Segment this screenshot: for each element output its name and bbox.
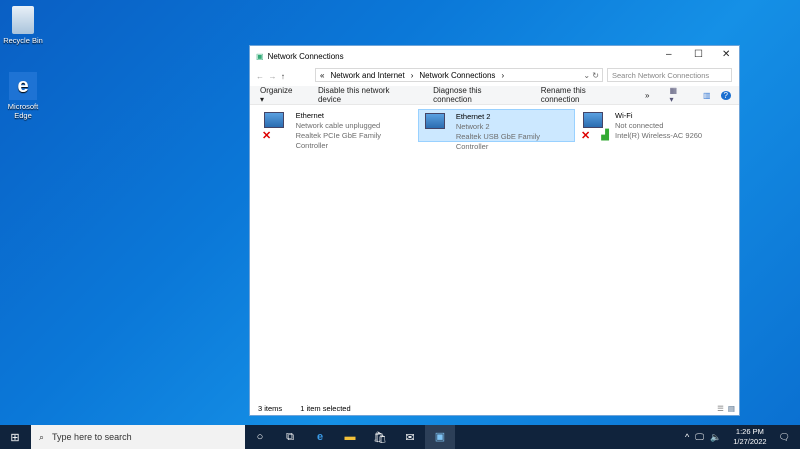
diagnose-button[interactable]: Diagnose this connection xyxy=(423,86,531,104)
help-icon[interactable]: ? xyxy=(720,90,731,100)
status-bar: 3 items 1 item selected ☰ ▤ xyxy=(250,401,739,415)
connection-status: Not connected xyxy=(615,121,664,130)
network-adapter-icon: ✕ xyxy=(262,111,292,142)
details-view-icon[interactable]: ☰ xyxy=(717,404,724,413)
breadcrumb-network-internet[interactable]: Network and Internet xyxy=(330,71,404,80)
network-adapter-icon xyxy=(423,112,452,142)
connection-device: Realtek USB GbE Family Controller xyxy=(455,132,541,151)
breadcrumb-network-connections[interactable]: Network Connections xyxy=(419,71,495,80)
volume-icon[interactable]: 🔈 xyxy=(710,432,721,443)
forward-button[interactable]: → xyxy=(268,72,276,81)
up-button[interactable]: ↑ xyxy=(281,72,285,81)
file-explorer-icon[interactable]: ▬ xyxy=(335,431,365,443)
connection-name: Ethernet 2 xyxy=(455,112,491,121)
date: 1/27/2022 xyxy=(733,437,767,446)
search-input[interactable]: Search Network Connections xyxy=(607,68,732,82)
disable-device-button[interactable]: Disable this network device xyxy=(308,86,423,104)
recycle-bin-label: Recycle Bin xyxy=(3,36,43,45)
connection-ethernet[interactable]: ✕ Ethernet Network cable unplugged Realt… xyxy=(258,109,418,150)
selected-count: 1 item selected xyxy=(300,403,351,413)
organize-button[interactable]: Organize ▾ xyxy=(250,86,308,104)
search-icon: ⌕ xyxy=(39,431,45,442)
cortana-icon[interactable]: ○ xyxy=(245,431,275,443)
connection-device: Intel(R) Wireless-AC 9260 xyxy=(615,131,703,140)
maximize-button[interactable]: ☐ xyxy=(694,49,703,60)
network-tray-icon[interactable]: 🖵 xyxy=(695,432,704,443)
network-icon: ▣ xyxy=(256,51,264,61)
connection-name: Wi-Fi xyxy=(615,111,633,120)
wifi-adapter-icon: ✕ ▟ xyxy=(581,111,611,142)
task-view-icon[interactable]: ⧉ xyxy=(275,431,305,444)
close-button[interactable]: ✕ xyxy=(722,49,730,60)
connection-status: Network cable unplugged xyxy=(295,121,381,130)
back-button[interactable]: ← xyxy=(256,72,264,81)
window-title: Network Connections xyxy=(267,51,344,61)
notifications-icon[interactable]: 🗨 xyxy=(779,432,790,443)
view-options-icon[interactable]: ▦ ▾ xyxy=(659,86,693,104)
start-button[interactable]: ⊞ xyxy=(0,431,30,444)
refresh-icon[interactable]: ⌄ ↻ xyxy=(583,71,602,80)
edge-shortcut[interactable]: e Microsoft Edge xyxy=(0,72,46,120)
network-connections-window: ▣ Network Connections – ☐ ✕ ← → ↑ « Netw… xyxy=(249,45,740,416)
taskbar-search[interactable]: ⌕ Type here to search xyxy=(31,425,245,449)
show-hidden-icons[interactable]: ^ xyxy=(685,432,689,442)
edge-taskbar-icon[interactable]: e xyxy=(305,431,335,443)
connection-device: Realtek PCIe GbE Family Controller xyxy=(295,131,382,150)
address-bar[interactable]: « Network and Internet › Network Connecti… xyxy=(315,68,603,82)
recycle-bin[interactable]: Recycle Bin xyxy=(0,6,46,45)
edge-icon: e xyxy=(9,72,37,100)
minimize-button[interactable]: – xyxy=(666,49,672,60)
connection-wifi[interactable]: ✕ ▟ Wi-Fi Not connected Intel(R) Wireless… xyxy=(577,109,737,142)
time: 1:26 PM xyxy=(735,427,764,436)
connection-name: Ethernet xyxy=(295,111,324,120)
more-commands-button[interactable]: » xyxy=(635,91,659,100)
store-icon[interactable]: 🛍 xyxy=(365,431,395,444)
clock[interactable]: 1:26 PM 1/27/2022 xyxy=(733,427,766,447)
connection-ethernet-2[interactable]: Ethernet 2 Network 2 Realtek USB GbE Fam… xyxy=(418,109,575,151)
taskbar: ⊞ ⌕ Type here to search ○ ⧉ e ▬ 🛍 ✉ ▣ ^ 🖵… xyxy=(0,425,800,449)
network-connections-taskbar-icon[interactable]: ▣ xyxy=(425,425,455,449)
mail-icon[interactable]: ✉ xyxy=(395,431,425,444)
tiles-view-icon[interactable]: ▤ xyxy=(728,404,735,413)
taskbar-search-text: Type here to search xyxy=(52,432,132,442)
recycle-bin-icon xyxy=(12,6,34,34)
connection-status: Network 2 xyxy=(455,122,490,131)
item-count: 3 items xyxy=(258,403,283,413)
preview-pane-icon[interactable]: ▥ xyxy=(693,91,721,100)
rename-button[interactable]: Rename this connection xyxy=(531,86,635,104)
edge-label: Microsoft Edge xyxy=(7,102,39,120)
